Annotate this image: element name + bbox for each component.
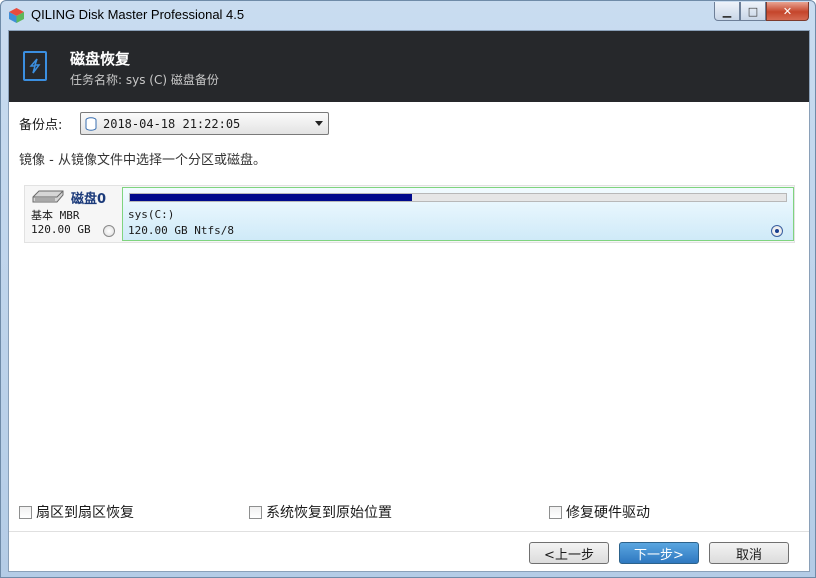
disk-info[interactable]: 磁盘0 基本 MBR 120.00 GB xyxy=(25,186,122,242)
task-name: 任务名称: sys (C) 磁盘备份 xyxy=(70,73,219,87)
disk-size: 120.00 GB xyxy=(31,223,91,236)
chevron-down-icon xyxy=(315,121,323,126)
dialog-body: 磁盘恢复 任务名称: sys (C) 磁盘备份 备份点: 2018-04-18 … xyxy=(8,30,810,572)
partition-card[interactable]: sys(C:) 120.00 GB Ntfs/8 xyxy=(122,187,794,241)
back-button[interactable]: <上一步 xyxy=(529,542,609,564)
close-icon: ✕ xyxy=(782,4,793,18)
disk-radio[interactable] xyxy=(103,225,115,237)
partition-name: sys(C:) xyxy=(128,208,175,221)
sector-by-sector-label: 扇区到扇区恢复 xyxy=(36,505,134,521)
usage-fill xyxy=(130,194,413,201)
app-logo-icon xyxy=(9,8,24,23)
cancel-button[interactable]: 取消 xyxy=(709,542,789,564)
disk-name: 磁盘0 xyxy=(71,192,107,207)
repair-drivers-checkbox[interactable] xyxy=(549,505,562,519)
hard-disk-icon xyxy=(32,190,64,203)
sector-by-sector-option[interactable]: 扇区到扇区恢复 xyxy=(19,502,134,522)
sector-by-sector-checkbox[interactable] xyxy=(19,505,32,519)
partition-radio[interactable] xyxy=(771,225,783,237)
backup-point-label: 备份点: xyxy=(19,118,63,133)
minimize-button[interactable]: ▁ xyxy=(714,2,740,21)
partition-usage-bar xyxy=(129,193,787,202)
repair-drivers-label: 修复硬件驱动 xyxy=(566,505,650,521)
restore-original-location-checkbox[interactable] xyxy=(249,505,262,519)
disk-row: 磁盘0 基本 MBR 120.00 GB sys(C:) 120.00 GB N… xyxy=(24,185,795,243)
next-button[interactable]: 下一步> xyxy=(619,542,699,564)
restore-original-location-label: 系统恢复到原始位置 xyxy=(266,505,392,521)
database-icon xyxy=(85,116,97,131)
partition-detail: 120.00 GB Ntfs/8 xyxy=(128,224,234,237)
footer-divider xyxy=(9,531,809,532)
restore-original-location-option[interactable]: 系统恢复到原始位置 xyxy=(249,502,392,522)
title-bar: QILING Disk Master Professional 4.5 ▁ □ … xyxy=(1,1,815,30)
close-button[interactable]: ✕ xyxy=(766,2,809,21)
maximize-icon: □ xyxy=(747,4,759,18)
image-hint: 镜像 - 从镜像文件中选择一个分区或磁盘。 xyxy=(19,153,266,168)
header-banner: 磁盘恢复 任务名称: sys (C) 磁盘备份 xyxy=(9,31,809,102)
disk-type: 基本 MBR xyxy=(31,209,80,222)
backup-point-select[interactable]: 2018-04-18 21:22:05 xyxy=(80,112,329,135)
restore-icon xyxy=(23,51,47,81)
backup-point-value: 2018-04-18 21:22:05 xyxy=(103,116,241,131)
minimize-icon: ▁ xyxy=(722,4,732,18)
window-title: QILING Disk Master Professional 4.5 xyxy=(31,7,245,22)
maximize-button[interactable]: □ xyxy=(740,2,766,21)
app-window: QILING Disk Master Professional 4.5 ▁ □ … xyxy=(0,0,816,578)
repair-drivers-option[interactable]: 修复硬件驱动 xyxy=(549,502,650,522)
page-title: 磁盘恢复 xyxy=(70,50,131,68)
